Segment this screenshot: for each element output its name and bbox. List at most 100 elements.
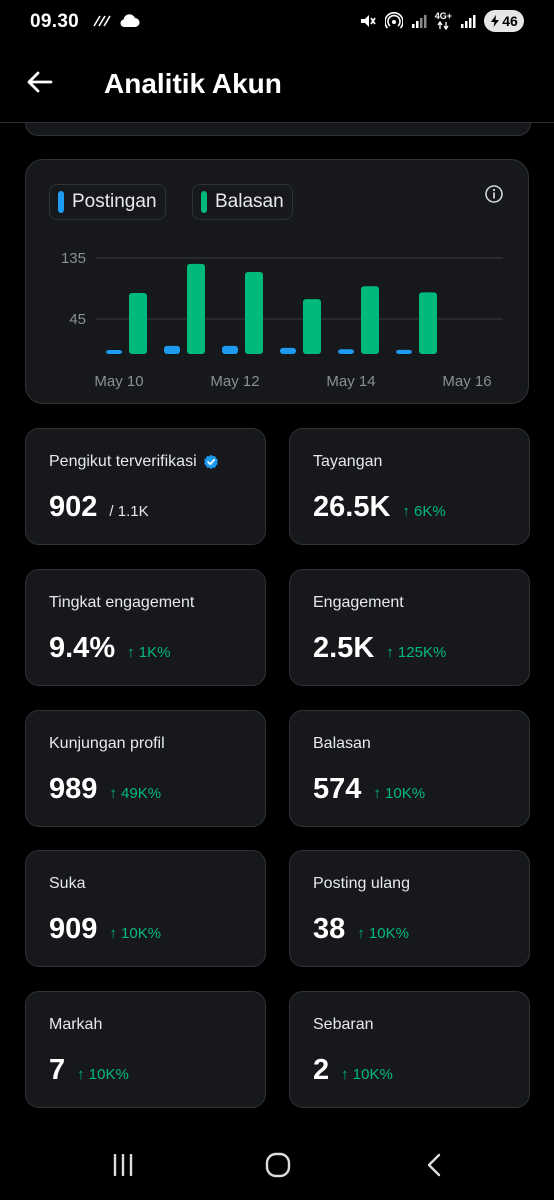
stat-label: Posting ulang (313, 875, 410, 893)
stat-value-row: 9.4% ↑ 1K% (49, 632, 170, 665)
stat-card[interactable]: Sebaran 2 ↑ 10K% (289, 991, 530, 1108)
stat-label-text: Engagement (313, 594, 404, 611)
x-tick-label: May 10 (94, 373, 143, 390)
stat-value: 2 (313, 1054, 330, 1086)
stat-card[interactable]: Kunjungan profil 989 ↑ 49K% (25, 710, 266, 827)
page-title: Analitik Akun (104, 68, 282, 99)
battery-level: 46 (502, 13, 518, 29)
bar-balasan[interactable] (361, 286, 379, 354)
stat-label: Markah (49, 1016, 102, 1034)
stat-value: 989 (49, 773, 98, 805)
activity-chart-card: Postingan Balasan 135 45 May 10 May 12 May 1… (25, 159, 529, 404)
stat-label-text: Kunjungan profil (49, 735, 165, 752)
app-header: Analitik Akun (0, 44, 554, 123)
x-tick-label: May 16 (442, 373, 491, 390)
stat-delta: ↑ 10K% (341, 1066, 393, 1083)
bar-postingan[interactable] (164, 345, 180, 354)
bar-postingan[interactable] (222, 345, 238, 354)
recent-apps-icon (113, 1154, 133, 1176)
signal-icon-2 (461, 15, 476, 28)
stat-value: 9.4% (49, 632, 116, 664)
bar-postingan[interactable] (338, 349, 354, 354)
stat-value-row: 2 ↑ 10K% (313, 1054, 393, 1087)
stat-delta: ↑ 125K% (386, 644, 447, 661)
stat-value-row: 2.5K ↑ 125K% (313, 632, 446, 665)
mute-icon (360, 15, 376, 27)
network-indicator: 4G+ (435, 12, 452, 30)
x-tick-label: May 14 (326, 373, 375, 390)
stat-card[interactable]: Suka 909 ↑ 10K% (25, 850, 266, 967)
bar-postingan[interactable] (106, 350, 122, 354)
bar-balasan[interactable] (245, 271, 263, 354)
stat-value: 902 (49, 491, 98, 523)
stat-value-row: 989 ↑ 49K% (49, 773, 161, 806)
bar-balasan[interactable] (303, 299, 321, 354)
x-tick-label: May 12 (210, 373, 259, 390)
scrolled-card-edge (25, 123, 531, 136)
y-tick-label: 135 (61, 250, 86, 267)
stat-label: Suka (49, 875, 85, 893)
stat-value: 38 (313, 913, 346, 945)
arrow-left-icon (27, 71, 53, 93)
network-label: 4G+ (434, 11, 452, 21)
stat-label: Kunjungan profil (49, 735, 165, 753)
verified-badge-icon (203, 454, 218, 469)
stat-label: Pengikut terverifikasi (49, 453, 219, 471)
stat-label: Tingkat engagement (49, 594, 194, 612)
stat-delta: ↑ 10K% (109, 925, 162, 942)
charging-icon (491, 15, 500, 27)
stat-label: Engagement (313, 594, 404, 612)
recent-apps-button[interactable] (103, 1148, 143, 1182)
stat-delta: ↑ 49K% (109, 785, 162, 802)
stat-label-text: Balasan (313, 735, 371, 752)
stat-value-row: 902 / 1.1K (49, 491, 149, 524)
chevron-left-icon (427, 1153, 441, 1177)
stat-value-row: 38 ↑ 10K% (313, 913, 409, 946)
stat-value: 909 (49, 913, 98, 945)
home-button[interactable] (258, 1148, 298, 1182)
stat-value: 26.5K (313, 491, 391, 523)
stat-card[interactable]: Tayangan 26.5K ↑ 6K% (289, 428, 530, 545)
bar-balasan[interactable] (187, 263, 205, 354)
stat-value: 7 (49, 1054, 66, 1086)
hotspot-icon (384, 12, 403, 29)
y-tick-label: 45 (69, 311, 86, 328)
signal-icon (411, 15, 427, 28)
bar-postingan[interactable] (280, 347, 296, 354)
battery-indicator: 46 (484, 10, 524, 32)
stat-label-text: Pengikut terverifikasi (49, 453, 197, 470)
stat-label: Balasan (313, 735, 371, 753)
stat-delta: ↑ 10K% (373, 785, 426, 802)
status-time: 09.30 (30, 11, 80, 32)
stat-label: Sebaran (313, 1016, 374, 1034)
stat-value-row: 909 ↑ 10K% (49, 913, 161, 946)
back-nav-button[interactable] (414, 1148, 454, 1182)
back-button[interactable] (24, 66, 56, 98)
stat-value: 574 (313, 773, 362, 805)
stat-value-row: 26.5K ↑ 6K% (313, 491, 446, 524)
stat-label-text: Suka (49, 875, 86, 892)
stat-card[interactable]: Balasan 574 ↑ 10K% (289, 710, 530, 827)
bar-balasan[interactable] (129, 293, 147, 354)
stat-label-text: Markah (49, 1016, 103, 1033)
stat-card[interactable]: Pengikut terverifikasi 902 / 1.1K (25, 428, 266, 545)
stat-label-text: Posting ulang (313, 875, 410, 892)
bar-balasan[interactable] (419, 292, 437, 354)
stat-label-text: Sebaran (313, 1016, 374, 1033)
stat-value-row: 574 ↑ 10K% (313, 773, 425, 806)
home-icon (265, 1152, 291, 1178)
stat-total: / 1.1K (109, 503, 149, 520)
stat-card[interactable]: Engagement 2.5K ↑ 125K% (289, 569, 530, 686)
stat-value-row: 7 ↑ 10K% (49, 1054, 129, 1087)
stat-card[interactable]: Markah 7 ↑ 10K% (25, 991, 266, 1108)
stat-delta: ↑ 10K% (357, 925, 409, 942)
stat-card[interactable]: Tingkat engagement 9.4% ↑ 1K% (25, 569, 266, 686)
stat-card[interactable]: Posting ulang 38 ↑ 10K% (289, 850, 530, 967)
data-arrows-icon (437, 21, 449, 30)
status-bar: 09.30 4G+ 46 (0, 0, 554, 44)
stat-label-text: Tingkat engagement (49, 594, 195, 611)
bar-chart: 135 45 May 10 May 12 May 14 May 16 (61, 250, 503, 390)
stat-delta: ↑ 10K% (77, 1066, 129, 1083)
bar-postingan[interactable] (396, 349, 412, 354)
cloud-icon (120, 14, 140, 27)
